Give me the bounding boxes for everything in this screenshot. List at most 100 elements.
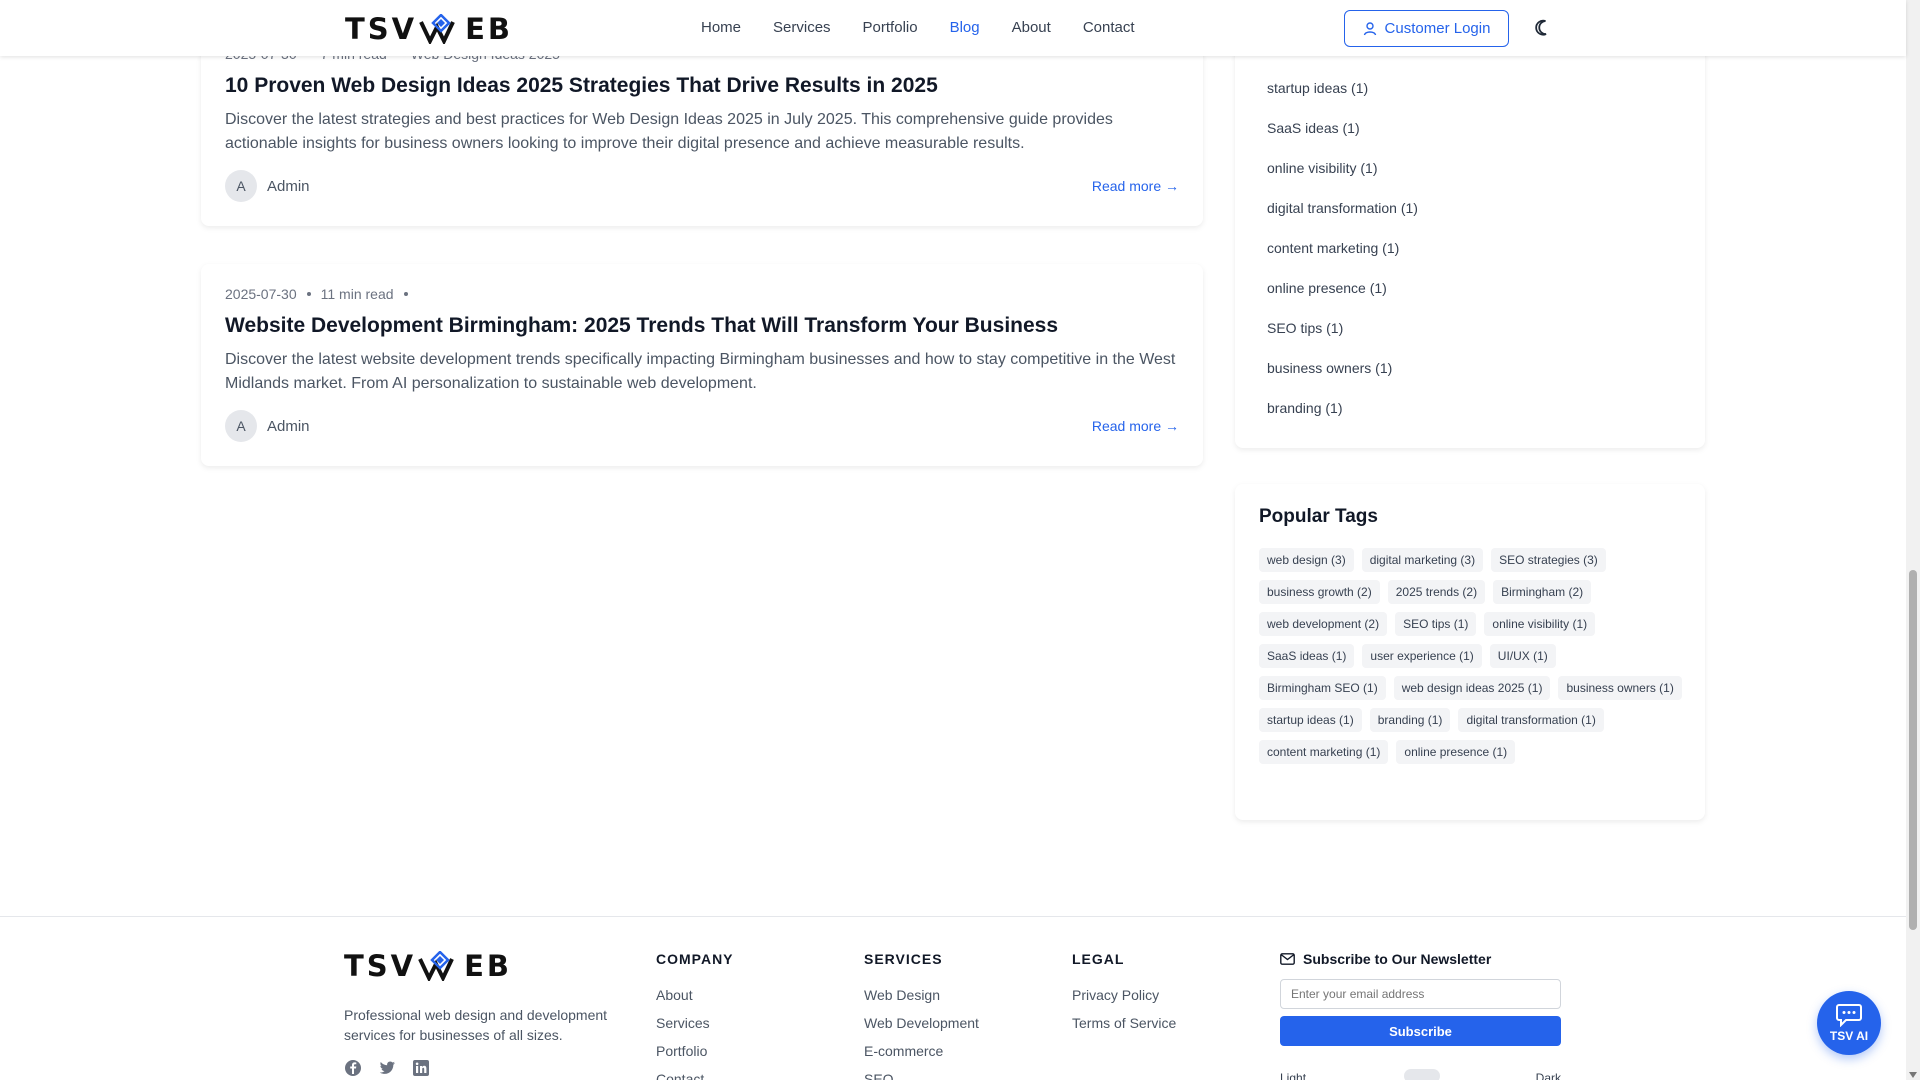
logo-text-left: TSV <box>345 12 418 46</box>
footer-link-web-development[interactable]: Web Development <box>864 1009 979 1037</box>
tag-chip[interactable]: startup ideas (1) <box>1259 708 1362 732</box>
tag-chip[interactable]: online visibility (1) <box>1484 612 1596 636</box>
footer-link-about[interactable]: About <box>656 981 734 1009</box>
tag-chip[interactable]: web design ideas 2025 (1) <box>1393 676 1551 700</box>
subscribe-button[interactable]: Subscribe <box>1280 1016 1561 1046</box>
newsletter-form: Subscribe to Our Newsletter Subscribe <box>1280 951 1561 1046</box>
footer-link-seo[interactable]: SEO <box>864 1065 979 1080</box>
theme-toggle[interactable] <box>1404 1069 1440 1080</box>
page-scrollbar[interactable] <box>1906 0 1920 1080</box>
tag-chip[interactable]: UI/UX (1) <box>1489 644 1556 668</box>
dark-mode-toggle[interactable] <box>1534 18 1554 38</box>
read-more-link[interactable]: Read more → <box>1092 418 1179 434</box>
tag-chip[interactable]: Birmingham SEO (1) <box>1259 676 1386 700</box>
logo-w-icon <box>418 950 462 983</box>
tag-chip[interactable]: business owners (1) <box>1558 676 1682 700</box>
scrollbar-thumb[interactable] <box>1909 570 1917 930</box>
theme-light-label: Light <box>1280 1071 1307 1080</box>
theme-dark-label: Dark <box>1535 1071 1561 1080</box>
scroll-down-arrow-icon[interactable] <box>1909 1072 1917 1078</box>
ai-chat-button[interactable]: TSV AI <box>1817 991 1881 1055</box>
tag-chip[interactable]: online presence (1) <box>1396 740 1516 764</box>
tag-chip[interactable]: branding (1) <box>1369 708 1451 732</box>
category-link[interactable]: content marketing (1) <box>1267 240 1399 256</box>
footer-company-heading: COMPANY <box>656 951 734 967</box>
post-meta: 2025-07-30 11 min read <box>225 286 408 302</box>
nav-contact[interactable]: Contact <box>1083 19 1135 36</box>
footer-logo[interactable]: TSV EB <box>344 949 512 983</box>
chat-bubble-icon <box>1836 1004 1862 1027</box>
avatar: A <box>225 410 257 442</box>
site-header: TSV EB Home Services Portfolio Blog Abou… <box>0 0 1906 56</box>
footer-link-portfolio[interactable]: Portfolio <box>656 1037 734 1065</box>
category-link[interactable]: business owners (1) <box>1267 360 1392 376</box>
nav-about[interactable]: About <box>1012 19 1051 36</box>
site-logo[interactable]: TSV EB <box>345 12 513 46</box>
tag-chip[interactable]: Birmingham (2) <box>1493 580 1592 604</box>
read-more-link[interactable]: Read more → <box>1092 178 1179 194</box>
post-date: 2025-07-30 <box>225 286 297 302</box>
social-links <box>344 1059 430 1077</box>
footer-link-services[interactable]: Services <box>656 1009 734 1037</box>
footer-services-column: SERVICES Web Design Web Development E-co… <box>864 951 979 1080</box>
linkedin-icon[interactable] <box>412 1059 430 1077</box>
meta-separator <box>306 292 311 296</box>
user-icon <box>1363 21 1376 35</box>
post-title[interactable]: 10 Proven Web Design Ideas 2025 Strategi… <box>225 74 938 98</box>
avatar: A <box>225 170 257 202</box>
nav-portfolio[interactable]: Portfolio <box>863 19 918 36</box>
post-excerpt: Discover the latest strategies and best … <box>225 111 1113 152</box>
customer-login-button[interactable]: Customer Login <box>1344 10 1509 47</box>
blog-post-card: 2025-07-30 11 min read Website Developme… <box>201 264 1203 466</box>
footer-link-privacy[interactable]: Privacy Policy <box>1072 981 1176 1009</box>
tag-chip[interactable]: business growth (2) <box>1259 580 1380 604</box>
tag-chip[interactable]: digital transformation (1) <box>1458 708 1604 732</box>
tag-chip[interactable]: SaaS ideas (1) <box>1259 644 1355 668</box>
nav-services[interactable]: Services <box>773 19 831 36</box>
site-footer: TSV EB Professional web design and devel… <box>0 916 1906 1080</box>
category-link[interactable]: SEO tips (1) <box>1267 320 1343 336</box>
popular-tags-title: Popular Tags <box>1259 506 1378 527</box>
post-excerpt: Discover the latest website development … <box>225 351 1176 392</box>
customer-login-label: Customer Login <box>1384 20 1491 37</box>
logo-text-right: EB <box>465 12 514 46</box>
nav-home[interactable]: Home <box>701 19 741 36</box>
tag-chip[interactable]: SEO strategies (3) <box>1491 548 1606 572</box>
tag-chip[interactable]: web development (2) <box>1259 612 1388 636</box>
category-link[interactable]: SaaS ideas (1) <box>1267 120 1360 136</box>
tag-chip[interactable]: SEO tips (1) <box>1395 612 1477 636</box>
footer-link-terms[interactable]: Terms of Service <box>1072 1009 1176 1037</box>
logo-w-icon <box>419 13 463 46</box>
footer-link-ecommerce[interactable]: E-commerce <box>864 1037 979 1065</box>
newsletter-heading-text: Subscribe to Our Newsletter <box>1303 951 1492 967</box>
footer-link-web-design[interactable]: Web Design <box>864 981 979 1009</box>
footer-link-contact[interactable]: Contact <box>656 1065 734 1080</box>
twitter-icon[interactable] <box>378 1059 396 1077</box>
footer-company-column: COMPANY About Services Portfolio Contact <box>656 951 734 1080</box>
post-title[interactable]: Website Development Birmingham: 2025 Tre… <box>225 314 1058 338</box>
tag-chip[interactable]: digital marketing (3) <box>1361 548 1484 572</box>
meta-separator <box>403 292 408 296</box>
author-name: Admin <box>267 177 310 195</box>
nav-blog[interactable]: Blog <box>950 19 980 36</box>
ai-chat-label: TSV AI <box>1829 1029 1869 1043</box>
popular-tags-card: Popular Tags web design (3) digital mark… <box>1235 484 1705 820</box>
newsletter-email-input[interactable] <box>1280 979 1561 1009</box>
tag-chip[interactable]: content marketing (1) <box>1259 740 1389 764</box>
facebook-icon[interactable] <box>344 1059 362 1077</box>
category-link[interactable]: online visibility (1) <box>1267 160 1377 176</box>
category-link[interactable]: online presence (1) <box>1267 280 1387 296</box>
main-nav: Home Services Portfolio Blog About Conta… <box>701 19 1167 36</box>
tag-chip[interactable]: web design (3) <box>1259 548 1354 572</box>
footer-description: Professional web design and development … <box>344 1007 608 1043</box>
category-link[interactable]: branding (1) <box>1267 400 1343 416</box>
tag-chip[interactable]: user experience (1) <box>1362 644 1482 668</box>
moon-icon <box>1535 19 1547 36</box>
author-name: Admin <box>267 417 310 435</box>
tag-chip[interactable]: 2025 trends (2) <box>1387 580 1486 604</box>
category-link[interactable]: digital transformation (1) <box>1267 200 1418 216</box>
footer-legal-column: LEGAL Privacy Policy Terms of Service <box>1072 951 1176 1037</box>
category-link[interactable]: startup ideas (1) <box>1267 80 1368 96</box>
newsletter-heading: Subscribe to Our Newsletter <box>1280 951 1561 967</box>
categories-card: startup ideas (1) SaaS ideas (1) online … <box>1235 40 1705 448</box>
